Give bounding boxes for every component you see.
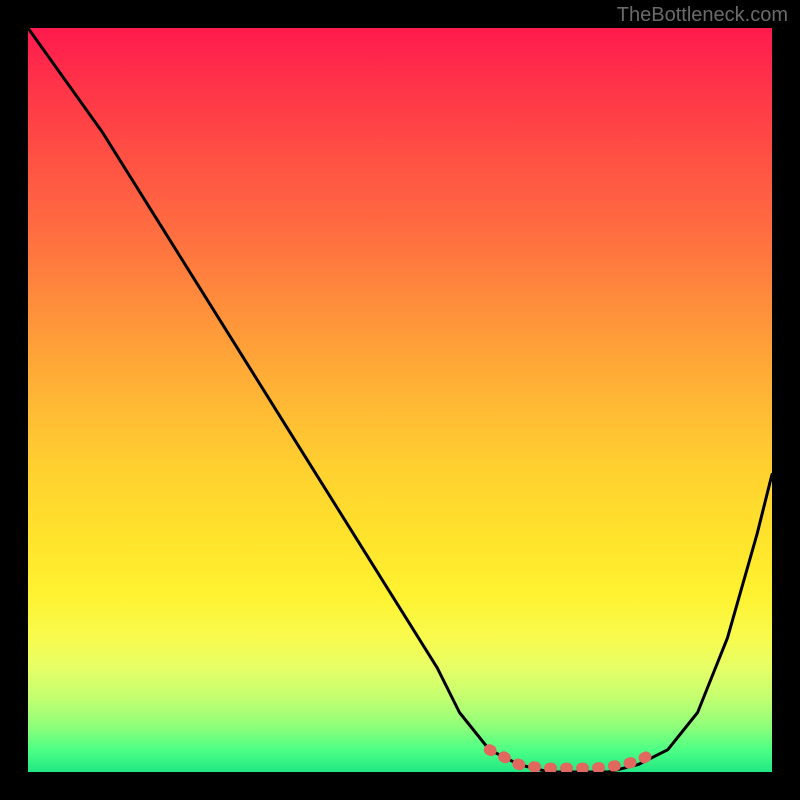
optimal-segment-path — [489, 750, 653, 769]
plot-area — [28, 28, 772, 772]
chart-svg — [28, 28, 772, 772]
bottleneck-curve-path — [28, 28, 772, 772]
watermark-text: TheBottleneck.com — [617, 4, 788, 27]
